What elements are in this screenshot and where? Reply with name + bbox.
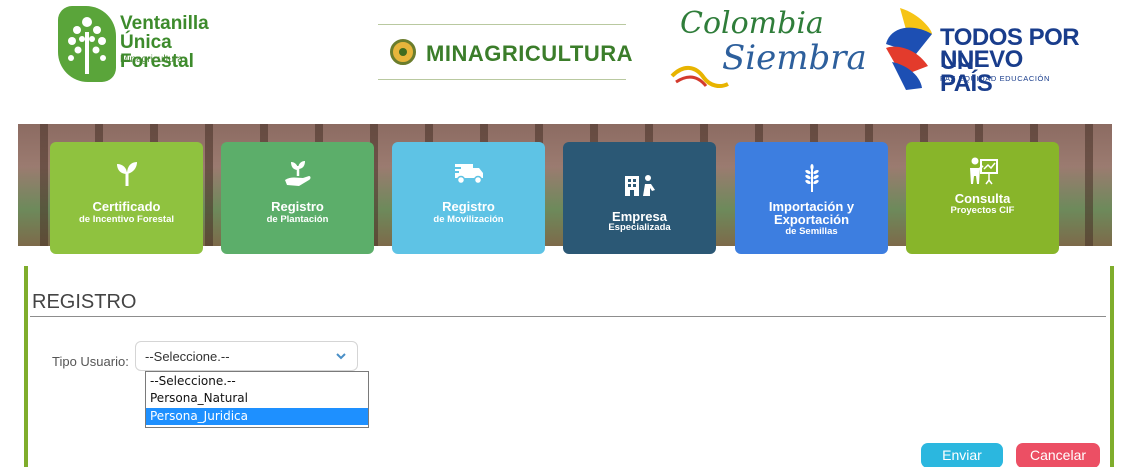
tile-registro-movilizacion[interactable]: Registro de Movilización: [392, 142, 545, 254]
wheat-icon: [735, 164, 888, 192]
seedling-icon: [50, 160, 203, 188]
hand-plant-icon: [221, 160, 374, 188]
tile-registro-plantacion-subtitle: de Plantación: [266, 214, 329, 225]
option-persona-juridica[interactable]: Persona_Juridica: [146, 408, 368, 425]
service-tiles: Certificado de Incentivo Forestal Regist…: [0, 0, 1132, 260]
cancelar-button[interactable]: Cancelar: [1016, 443, 1100, 467]
tile-certificado-title: Certificado: [92, 199, 161, 214]
tile-empresa-subtitle: Especializada: [608, 222, 671, 233]
tile-registro-plantacion-title: Registro: [271, 199, 324, 214]
tile-importacion-exportacion[interactable]: Importación y Exportación de Semillas: [735, 142, 888, 254]
tile-consulta-title: Consulta: [954, 191, 1011, 206]
option-seleccione[interactable]: --Seleccione.--: [146, 373, 368, 390]
tile-importacion-subtitle: de Semillas: [785, 226, 838, 237]
tipo-usuario-selected-value: --Seleccione.--: [145, 349, 230, 364]
building-person-icon: [563, 172, 716, 200]
tile-consulta-proyectos[interactable]: Consulta Proyectos CIF: [906, 142, 1059, 254]
tipo-usuario-label: Tipo Usuario:: [52, 354, 129, 369]
tile-certificado-subtitle: de Incentivo Forestal: [78, 214, 175, 225]
enviar-button[interactable]: Enviar: [921, 443, 1003, 467]
tile-certificado[interactable]: Certificado de Incentivo Forestal: [50, 142, 203, 254]
presenter-icon: [906, 156, 1059, 185]
tile-registro-plantacion[interactable]: Registro de Plantación: [221, 142, 374, 254]
chevron-down-icon: [336, 353, 346, 360]
tile-registro-movilizacion-title: Registro: [442, 199, 495, 214]
tile-consulta-subtitle: Proyectos CIF: [950, 205, 1015, 216]
tipo-usuario-select[interactable]: --Seleccione.--: [135, 341, 358, 371]
tile-registro-movilizacion-subtitle: de Movilización: [433, 214, 504, 225]
page-title: REGISTRO: [32, 291, 137, 313]
tile-empresa-especializada[interactable]: Empresa Especializada: [563, 142, 716, 254]
truck-icon: [392, 160, 545, 188]
tipo-usuario-dropdown-list: --Seleccione.-- Persona_Natural Persona_…: [145, 371, 369, 428]
title-divider: [30, 316, 1106, 317]
option-persona-natural[interactable]: Persona_Natural: [146, 390, 368, 407]
tile-exportacion-title: Exportación: [773, 212, 850, 227]
